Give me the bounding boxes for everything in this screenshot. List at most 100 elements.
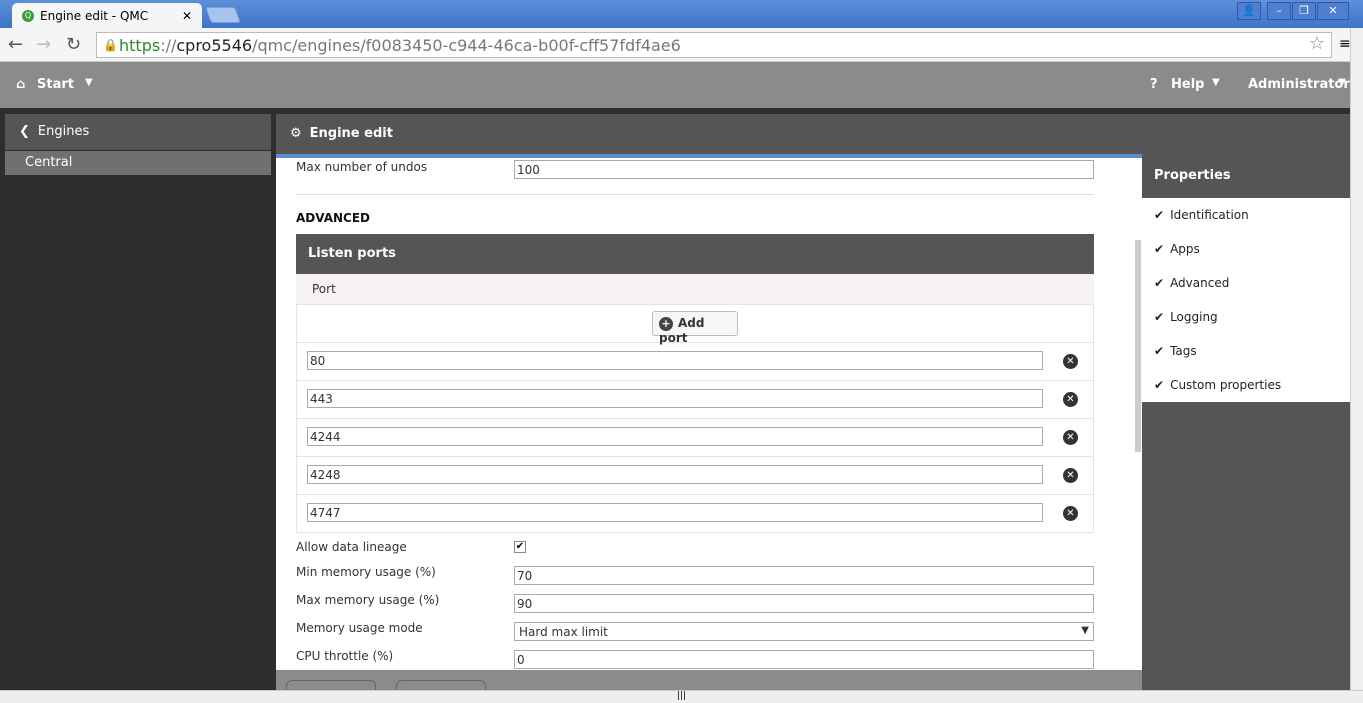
add-port-row: + Add port [296, 304, 1094, 345]
port-row: 80 ✕ [296, 343, 1094, 381]
help-icon: ? [1150, 77, 1158, 92]
plus-circle-icon: + [659, 317, 673, 331]
url-scheme: https [119, 36, 161, 55]
remove-port-icon[interactable]: ✕ [1063, 354, 1078, 369]
undos-input[interactable]: 100 [514, 160, 1094, 179]
remove-port-icon[interactable]: ✕ [1063, 392, 1078, 407]
port-input[interactable]: 4747 [307, 503, 1043, 522]
memory-mode-label: Memory usage mode [296, 621, 423, 635]
form-footer [276, 670, 1142, 700]
back-label: Engines [37, 124, 90, 139]
check-icon: ✔ [1154, 378, 1165, 392]
page-horizontal-scrollbar[interactable]: ||| [0, 690, 1363, 703]
remove-port-icon[interactable]: ✕ [1063, 430, 1078, 445]
lock-icon: 🔒 [103, 38, 118, 52]
property-label: Advanced [1170, 276, 1230, 290]
properties-list: ✔ Identification ✔ Apps ✔ Advanced ✔ Logging ✔ Ta… [1142, 198, 1350, 402]
page-title: Engine edit [309, 126, 393, 141]
listen-ports-header: Listen ports [296, 234, 1094, 274]
property-item[interactable]: ✔ Advanced [1142, 266, 1350, 300]
remove-port-icon[interactable]: ✕ [1063, 468, 1078, 483]
check-icon: ✔ [1154, 242, 1165, 256]
reload-icon[interactable]: ↻ [66, 34, 81, 55]
browser-toolbar: ← → ↻ 🔒 https://cpro5546/qmc/engines/f008… [0, 28, 1351, 62]
url-separator: :// [160, 36, 177, 55]
restore-button[interactable]: ❐ [1292, 2, 1316, 20]
user-chevron-down-icon[interactable]: ▼ [1338, 77, 1346, 88]
port-row: 4248 ✕ [296, 457, 1094, 495]
memory-mode-select[interactable]: Hard max limit ▼ [514, 622, 1094, 641]
home-icon: ⌂ [16, 77, 26, 92]
memory-mode-value: Hard max limit [519, 625, 608, 639]
page-header: ⚙ Engine edit [276, 114, 1350, 154]
start-menu[interactable]: Start [37, 77, 74, 92]
minimize-button[interactable]: – [1267, 2, 1291, 20]
tab-title: Engine edit - QMC [40, 8, 149, 23]
address-bar[interactable]: 🔒 https://cpro5546/qmc/engines/f0083450-c… [96, 32, 1332, 58]
menu-icon[interactable]: ≡ [1339, 36, 1351, 52]
property-item[interactable]: ✔ Tags [1142, 334, 1350, 368]
port-input[interactable]: 4244 [307, 427, 1043, 446]
main-form: Max number of undos 100 ADVANCED Listen … [276, 158, 1142, 670]
bookmark-star-icon[interactable]: ☆ [1309, 33, 1325, 54]
check-icon: ✔ [1154, 344, 1165, 358]
cpu-throttle-label: CPU throttle (%) [296, 649, 394, 663]
chevron-down-icon: ▼ [1081, 625, 1089, 636]
property-item[interactable]: ✔ Custom properties [1142, 368, 1350, 402]
undos-label: Max number of undos [296, 160, 428, 174]
page-vertical-scrollbar[interactable] [1350, 28, 1363, 690]
port-row: 4244 ✕ [296, 419, 1094, 457]
port-row: 443 ✕ [296, 381, 1094, 419]
min-memory-input[interactable]: 70 [514, 566, 1094, 585]
properties-title: Properties [1154, 168, 1231, 183]
property-item[interactable]: ✔ Apps [1142, 232, 1350, 266]
user-menu[interactable]: Administrator [1248, 77, 1350, 92]
browser-tab[interactable]: Q Engine edit - QMC ✕ [12, 3, 202, 28]
app-header: ⌂ Start ▼ ? Help ▼ Administrator ▼ [0, 62, 1350, 108]
max-memory-label: Max memory usage (%) [296, 593, 440, 607]
forward-icon[interactable]: → [36, 34, 51, 55]
help-chevron-down-icon[interactable]: ▼ [1212, 77, 1220, 88]
back-icon[interactable]: ← [8, 34, 23, 55]
start-chevron-down-icon[interactable]: ▼ [85, 77, 93, 88]
divider [296, 194, 1094, 195]
cpu-throttle-input[interactable]: 0 [514, 650, 1094, 669]
chevron-left-icon: ❮ [19, 124, 30, 139]
port-input[interactable]: 443 [307, 389, 1043, 408]
property-item[interactable]: ✔ Identification [1142, 198, 1350, 232]
sidebar [0, 114, 276, 690]
check-icon: ✔ [1154, 208, 1165, 222]
remove-port-icon[interactable]: ✕ [1063, 506, 1078, 521]
property-item[interactable]: ✔ Logging [1142, 300, 1350, 334]
port-input[interactable]: 80 [307, 351, 1043, 370]
browser-titlebar [0, 0, 1363, 28]
section-heading: ADVANCED [296, 211, 371, 225]
gears-icon: ⚙ [290, 126, 302, 141]
property-label: Tags [1170, 344, 1197, 358]
lineage-checkbox[interactable]: ✔ [514, 541, 526, 553]
sidebar-item-central[interactable]: Central [5, 151, 271, 175]
property-label: Identification [1170, 208, 1249, 222]
url-host: cpro5546 [176, 36, 253, 55]
port-column-header: Port [296, 274, 1094, 304]
max-memory-input[interactable]: 90 [514, 594, 1094, 613]
property-label: Apps [1170, 242, 1200, 256]
add-port-button[interactable]: + Add port [652, 311, 738, 345]
lineage-label: Allow data lineage [296, 540, 407, 554]
back-to-engines[interactable]: ❮ Engines [5, 114, 271, 150]
new-tab-button[interactable] [205, 7, 241, 23]
min-memory-label: Min memory usage (%) [296, 565, 436, 579]
property-label: Custom properties [1170, 378, 1282, 392]
property-label: Logging [1170, 310, 1218, 324]
port-input[interactable]: 4248 [307, 465, 1043, 484]
port-row: 4747 ✕ [296, 495, 1094, 533]
url-path: /qmc/engines/f0083450-c944-46ca-b00f-cff… [252, 36, 681, 55]
close-tab-icon[interactable]: ✕ [182, 9, 192, 23]
check-icon: ✔ [1154, 310, 1165, 324]
help-menu[interactable]: Help [1171, 77, 1204, 92]
user-icon[interactable]: 👤 [1237, 2, 1261, 20]
close-window-button[interactable]: ✕ [1317, 2, 1349, 20]
check-icon: ✔ [1154, 276, 1165, 290]
qlik-favicon: Q [22, 9, 34, 22]
form-scrollbar[interactable] [1135, 240, 1141, 452]
